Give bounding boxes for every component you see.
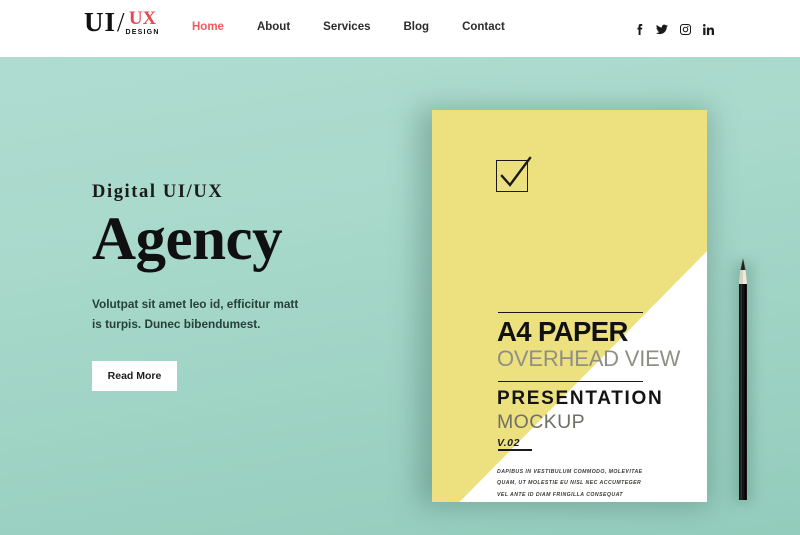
logo-separator: / [117, 7, 125, 37]
poster-version: V.02 [497, 437, 521, 449]
poster-divider-top [498, 312, 643, 314]
poster-subtitle: MOCKUP [497, 411, 585, 433]
landing-page: UI / UX DESIGN Home About Services Blog … [0, 0, 800, 535]
checkmark-glyph [500, 156, 532, 187]
twitter-icon[interactable] [652, 21, 672, 37]
black-pencil [739, 258, 747, 500]
page-title: Agency [92, 206, 283, 273]
nav-item-blog[interactable]: Blog [404, 21, 430, 33]
site-header: UI / UX DESIGN Home About Services Blog … [0, 0, 800, 57]
poster-divider-short [498, 449, 532, 452]
poster-divider-middle [498, 381, 643, 383]
poster-body-text: Dapibus in vestibulum commodo, molevitae… [497, 469, 643, 498]
hero-section: Digital UI/UX Agency Volutpat sit amet l… [92, 182, 342, 391]
poster-heading: A4 PAPER [497, 316, 628, 347]
nav-item-services[interactable]: Services [323, 21, 370, 33]
instagram-icon[interactable] [675, 21, 695, 37]
nav-item-about[interactable]: About [257, 21, 290, 33]
a4-poster-mockup: A4 PAPER OVERHEAD VIEW PRESENTATION MOCK… [432, 110, 707, 502]
site-logo[interactable]: UI / UX DESIGN [84, 7, 160, 37]
nav-item-home[interactable]: Home [192, 21, 224, 33]
logo-subtext: DESIGN [125, 29, 160, 37]
facebook-icon[interactable] [629, 21, 649, 37]
logo-accent-text: UX [128, 8, 157, 29]
hero-eyebrow: Digital UI/UX [92, 182, 224, 202]
hero-description: Volutpat sit amet leo id, efficitur matt… [92, 297, 299, 332]
social-links [626, 21, 718, 37]
read-more-button[interactable]: Read More [92, 360, 177, 391]
poster-content: A4 PAPER OVERHEAD VIEW PRESENTATION MOCK… [432, 110, 707, 502]
linkedin-icon[interactable] [698, 21, 718, 37]
poster-subheading: OVERHEAD VIEW [497, 346, 681, 371]
poster-title: PRESENTATION [497, 388, 664, 409]
main-navigation: Home About Services Blog Contact [192, 21, 538, 33]
nav-item-contact[interactable]: Contact [462, 21, 505, 33]
logo-primary-text: UI [84, 7, 117, 37]
